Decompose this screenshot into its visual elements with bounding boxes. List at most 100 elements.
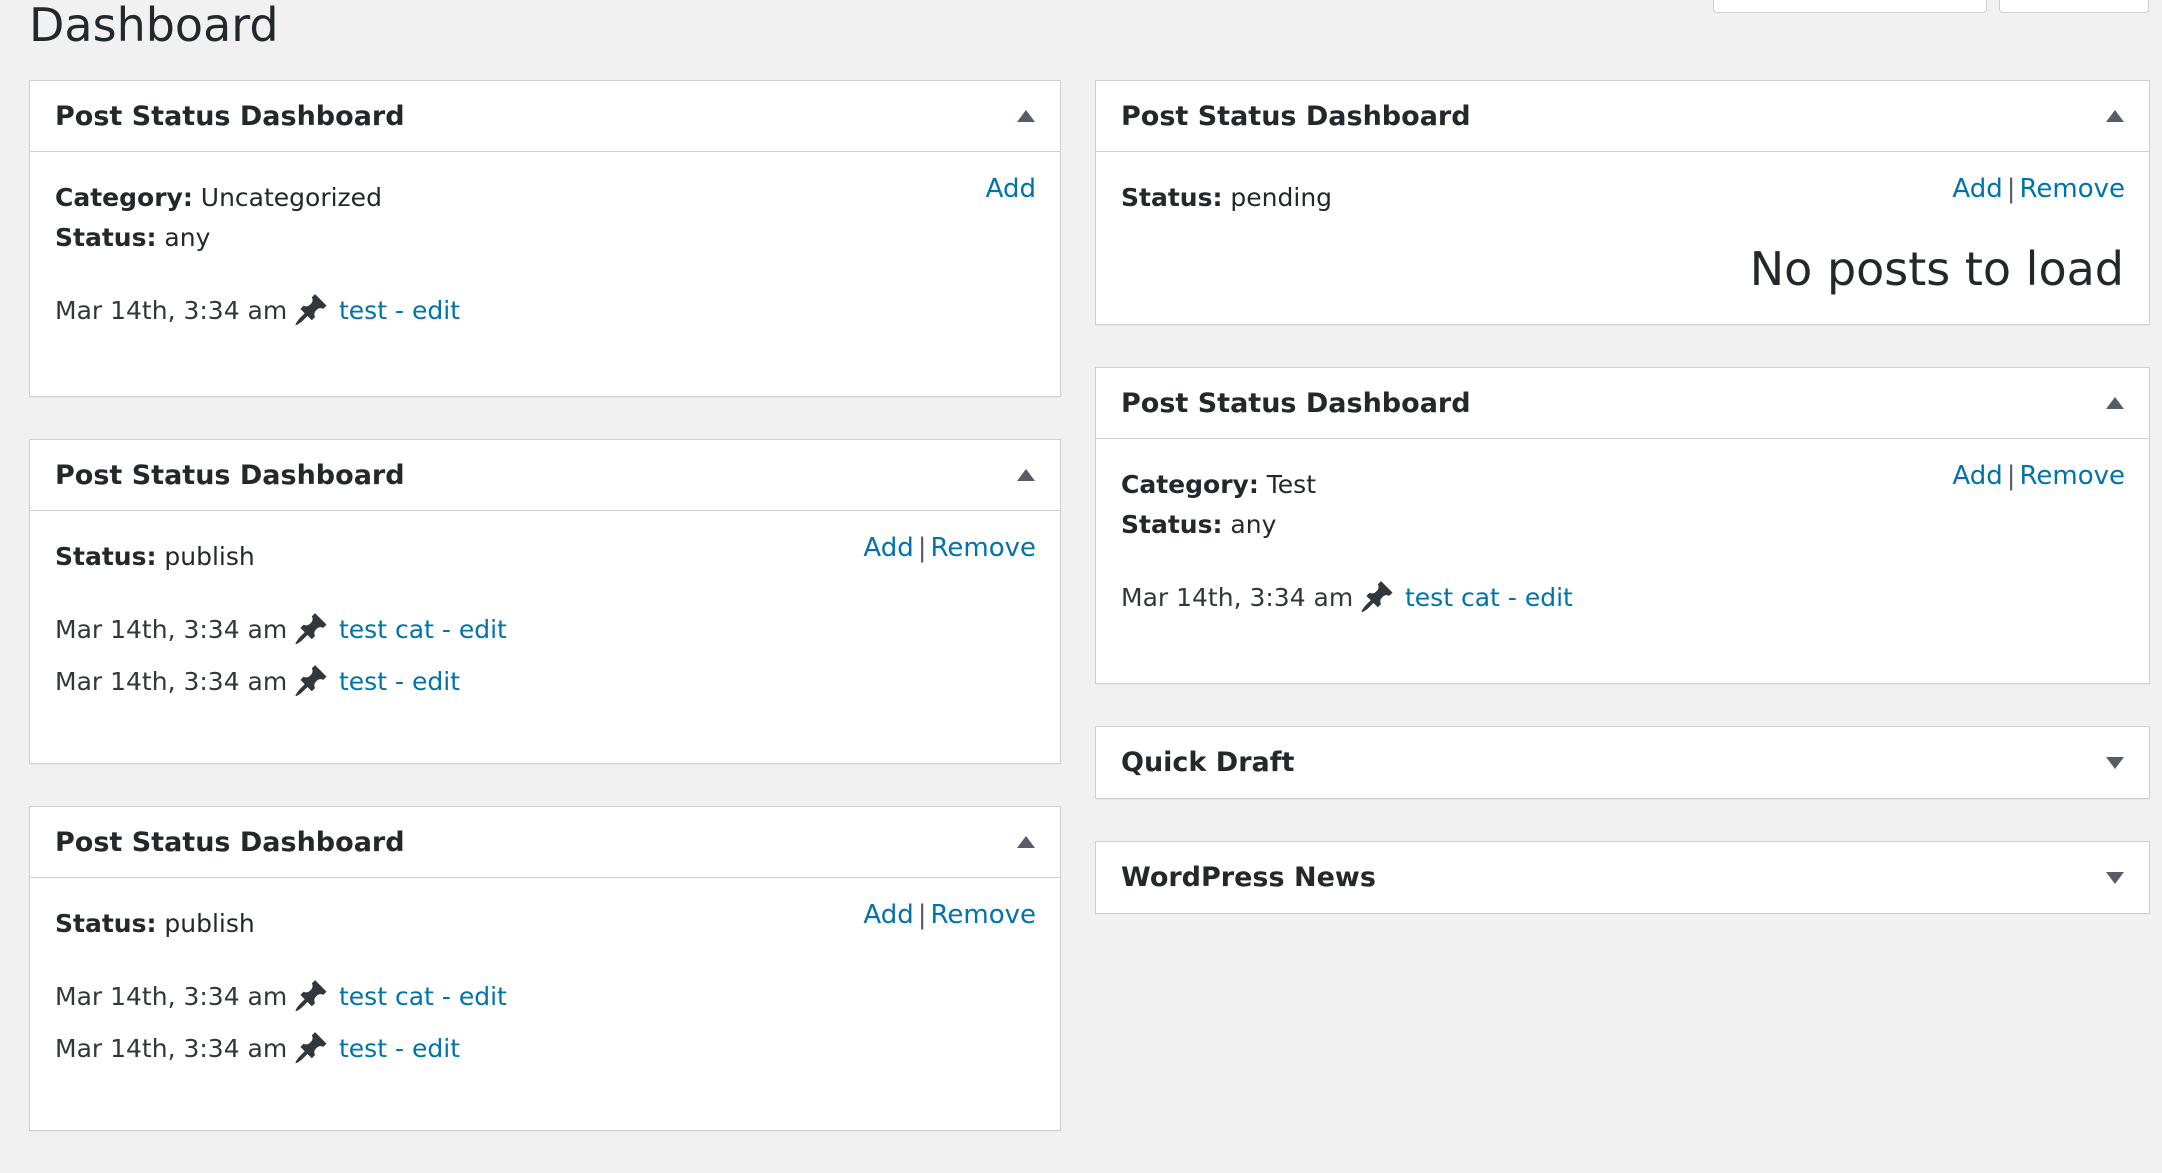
edit-link[interactable]: edit — [459, 982, 507, 1011]
add-link[interactable]: Add — [1952, 174, 2002, 204]
widget-actions: Add | Remove — [863, 900, 1036, 930]
triangle-up-icon[interactable] — [1017, 110, 1035, 122]
post-title-link[interactable]: test cat — [1405, 583, 1500, 612]
edit-link[interactable]: edit — [459, 615, 507, 644]
widget-content: Add | Remove Category: Test Status: any Ma… — [1096, 439, 2149, 683]
meta-value: any — [164, 223, 211, 252]
add-link[interactable]: Add — [863, 533, 913, 563]
post-title-link[interactable]: test — [339, 667, 387, 696]
title-separator: - — [1507, 582, 1517, 612]
triangle-up-icon[interactable] — [2106, 110, 2124, 122]
post-list: Mar 14th, 3:34 am test - edit — [55, 284, 1035, 336]
post-date: Mar 14th, 3:34 am — [1121, 582, 1354, 612]
meta-value: publish — [164, 542, 255, 571]
quick-draft-widget: Quick Draft — [1095, 726, 2150, 799]
post-title-link[interactable]: test — [339, 1034, 387, 1063]
edit-link[interactable]: edit — [412, 296, 460, 325]
post-title-link[interactable]: test — [339, 296, 387, 325]
widget-header[interactable]: WordPress News — [1096, 842, 2149, 913]
meta-label: Status: — [1121, 183, 1223, 212]
action-separator: | — [2006, 174, 2016, 204]
triangle-down-icon[interactable] — [2106, 756, 2124, 769]
meta-label: Status: — [55, 542, 157, 571]
triangle-down-icon[interactable] — [2106, 871, 2124, 884]
post-row: Mar 14th, 3:34 am test cat - edit — [1121, 571, 2124, 623]
triangle-up-icon[interactable] — [1017, 469, 1035, 481]
meta-value: Test — [1266, 470, 1317, 499]
post-date: Mar 14th, 3:34 am — [55, 1033, 288, 1063]
widget-title: Quick Draft — [1121, 747, 1295, 778]
title-separator: - — [441, 614, 451, 644]
widget-actions: Add | Remove — [863, 533, 1036, 563]
post-list: Mar 14th, 3:34 am test cat - edit Mar 14… — [55, 603, 1035, 707]
post-row: Mar 14th, 3:34 am test - edit — [55, 1022, 1035, 1074]
dashboard-column-right: Post Status Dashboard Add | Remove Status:… — [1095, 80, 2150, 956]
meta-status: Status: any — [55, 218, 1035, 258]
widget-actions: Add | Remove — [1952, 174, 2125, 204]
meta-category: Category: Uncategorized — [55, 178, 1035, 218]
pushpin-icon — [295, 613, 327, 645]
title-separator: - — [441, 981, 451, 1011]
wordpress-news-widget: WordPress News — [1095, 841, 2150, 914]
widget-title: WordPress News — [1121, 862, 1376, 893]
add-link[interactable]: Add — [986, 174, 1036, 204]
title-separator: - — [395, 1033, 405, 1063]
post-date: Mar 14th, 3:34 am — [55, 666, 288, 696]
widget-header[interactable]: Post Status Dashboard — [1096, 368, 2149, 439]
post-date: Mar 14th, 3:34 am — [55, 295, 288, 325]
post-row: Mar 14th, 3:34 am test cat - edit — [55, 970, 1035, 1022]
widget-header[interactable]: Post Status Dashboard — [30, 81, 1060, 152]
pushpin-icon — [295, 980, 327, 1012]
edit-link[interactable]: edit — [412, 1034, 460, 1063]
meta-label: Status: — [55, 909, 157, 938]
edit-link[interactable]: edit — [1525, 583, 1573, 612]
widget-header[interactable]: Post Status Dashboard — [30, 807, 1060, 878]
screen-options-button[interactable] — [1713, 0, 1987, 13]
widget-actions: Add | Remove — [1952, 461, 2125, 491]
post-list: Mar 14th, 3:34 am test cat - edit — [1121, 571, 2124, 623]
post-row: Mar 14th, 3:34 am test - edit — [55, 284, 1035, 336]
post-status-widget: Post Status Dashboard Add Category: Unca… — [29, 80, 1061, 397]
post-status-widget: Post Status Dashboard Add | Remove Categor… — [1095, 367, 2150, 684]
triangle-up-icon[interactable] — [2106, 397, 2124, 409]
meta-label: Category: — [1121, 470, 1259, 499]
empty-message: No posts to load — [1749, 242, 2124, 296]
meta-status: Status: any — [1121, 505, 2124, 545]
page-title: Dashboard — [29, 0, 279, 52]
meta-label: Status: — [55, 223, 157, 252]
meta-label: Category: — [55, 183, 193, 212]
meta-value: publish — [164, 909, 255, 938]
remove-link[interactable]: Remove — [2019, 174, 2125, 204]
post-title-link[interactable]: test cat — [339, 615, 434, 644]
widget-header[interactable]: Post Status Dashboard — [30, 440, 1060, 511]
remove-link[interactable]: Remove — [2019, 461, 2125, 491]
meta-value: Uncategorized — [200, 183, 382, 212]
widget-title: Post Status Dashboard — [1121, 100, 1471, 132]
meta-label: Status: — [1121, 510, 1223, 539]
post-row: Mar 14th, 3:34 am test - edit — [55, 655, 1035, 707]
widget-title: Post Status Dashboard — [55, 459, 405, 491]
dashboard-column-left: Post Status Dashboard Add Category: Unca… — [29, 80, 1061, 1173]
title-separator: - — [395, 295, 405, 325]
triangle-up-icon[interactable] — [1017, 836, 1035, 848]
pushpin-icon — [295, 294, 327, 326]
action-separator: | — [2006, 461, 2016, 491]
add-link[interactable]: Add — [1952, 461, 2002, 491]
widget-content: Add Category: Uncategorized Status: any … — [30, 152, 1060, 396]
widget-header[interactable]: Quick Draft — [1096, 727, 2149, 798]
widget-actions: Add — [986, 174, 1036, 204]
remove-link[interactable]: Remove — [930, 533, 1036, 563]
remove-link[interactable]: Remove — [930, 900, 1036, 930]
widget-title: Post Status Dashboard — [55, 100, 405, 132]
post-title-link[interactable]: test cat — [339, 982, 434, 1011]
meta-value: pending — [1230, 183, 1333, 212]
post-status-widget: Post Status Dashboard Add | Remove Status:… — [29, 439, 1061, 764]
edit-link[interactable]: edit — [412, 667, 460, 696]
widget-content: Add | Remove Status: publish Mar 14th, 3:3… — [30, 878, 1060, 1130]
help-button[interactable] — [1999, 0, 2149, 13]
widget-title: Post Status Dashboard — [1121, 387, 1471, 419]
widget-header[interactable]: Post Status Dashboard — [1096, 81, 2149, 152]
pushpin-icon — [295, 1032, 327, 1064]
add-link[interactable]: Add — [863, 900, 913, 930]
post-row: Mar 14th, 3:34 am test cat - edit — [55, 603, 1035, 655]
